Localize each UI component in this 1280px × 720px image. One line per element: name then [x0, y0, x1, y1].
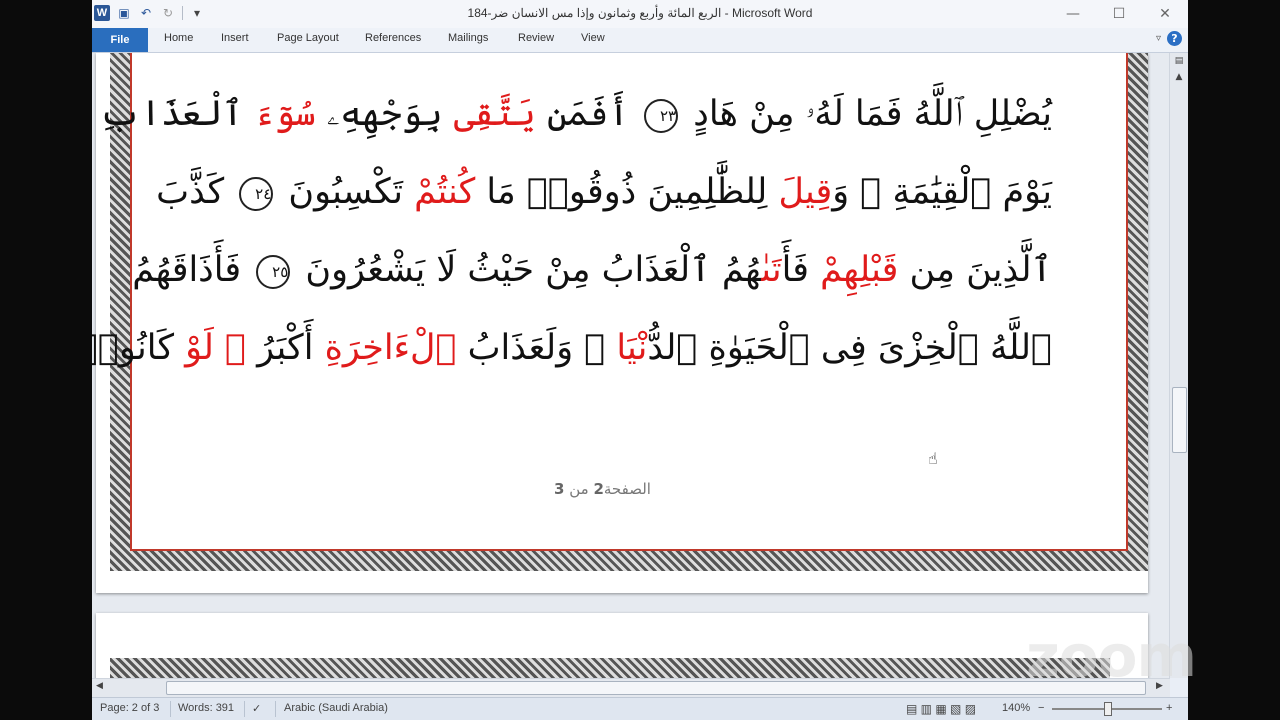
- verse-text: ٱللَّهُ ٱلْخِزْىَ فِى ٱلْحَيَوٰةِ ٱلدُّ: [647, 328, 1052, 368]
- verse-line: يُضْلِلِ ٱللَّهُ فَمَا لَهُۥ مِنْ هَادٍ …: [99, 75, 1052, 153]
- tajweed-highlight: نْيَا: [616, 328, 648, 368]
- language-status[interactable]: Arabic (Saudi Arabia): [284, 702, 388, 714]
- verse-text: هُمُ ٱلْعَذَابُ مِنْ حَيْثُ لَا يَشْعُرُ…: [294, 250, 762, 290]
- tab-view[interactable]: View: [581, 32, 605, 44]
- proofing-icon[interactable]: ✓: [252, 702, 261, 715]
- close-button[interactable]: ✕: [1142, 0, 1188, 28]
- verse-text: كَانُوا۟: [92, 328, 175, 368]
- ruler-toggle-icon[interactable]: ▤: [1170, 53, 1188, 69]
- tajweed-highlight: كُنتُمْ: [414, 172, 476, 212]
- tab-references[interactable]: References: [365, 32, 421, 44]
- help-icon[interactable]: ?: [1167, 31, 1182, 46]
- verse-text-block[interactable]: يُضْلِلِ ٱللَّهُ فَمَا لَهُۥ مِنْ هَادٍ …: [92, 75, 1052, 387]
- vertical-scroll-thumb[interactable]: [1172, 387, 1187, 453]
- word-count-status[interactable]: Words: 391: [178, 702, 234, 714]
- verse-text: ٱلْعَذَابِ: [99, 94, 255, 134]
- scroll-left-icon[interactable]: ◀: [96, 681, 103, 691]
- view-mode-icons[interactable]: ▤ ▥ ▦ ▧ ▨: [906, 702, 976, 716]
- tajweed-highlight: سُوٓءَ: [254, 94, 316, 134]
- verse-text: أَفَمَن: [535, 94, 641, 134]
- tajweed-highlight: ۚ لَوْ: [185, 328, 258, 368]
- tajweed-highlight: تَىٰ: [761, 250, 782, 290]
- zoom-in-button[interactable]: +: [1166, 702, 1172, 714]
- page-count-status[interactable]: Page: 2 of 3: [100, 702, 159, 714]
- tab-home[interactable]: Home: [164, 32, 193, 44]
- page-footer-of: من: [564, 480, 594, 498]
- page-number-footer: الصفحة2 من 3: [554, 480, 651, 498]
- zoom-slider-knob[interactable]: [1104, 702, 1112, 716]
- verse-text: فَأَ: [781, 250, 821, 290]
- zoom-level[interactable]: 140%: [1002, 702, 1030, 714]
- maximize-button[interactable]: ☐: [1096, 0, 1142, 28]
- window-title: الربع المائة وأربع وثمانون وإذا مس الانس…: [467, 6, 813, 20]
- verse-text: يُضْلِلِ ٱللَّهُ فَمَا لَهُۥ مِنْ هَادٍ: [682, 94, 1052, 134]
- hand-cursor-icon: ☝: [928, 449, 938, 468]
- horizontal-scrollbar[interactable]: ◀ ▶: [92, 678, 1170, 697]
- page-footer-current: 2: [593, 480, 604, 498]
- status-separator: [170, 701, 171, 717]
- verse-line: ٱللَّهُ ٱلْخِزْىَ فِى ٱلْحَيَوٰةِ ٱلدُّن…: [92, 309, 1052, 387]
- tab-review[interactable]: Review: [518, 32, 554, 44]
- document-page: يُضْلِلِ ٱللَّهُ فَمَا لَهُۥ مِنْ هَادٍ …: [92, 53, 1148, 593]
- ayah-number-marker: ٢٤: [239, 176, 274, 211]
- verse-text: لِلظَّٰلِمِينَ ذُوقُوا۟ مَا: [475, 172, 779, 212]
- status-separator: [275, 701, 276, 717]
- verse-text: كَذَّبَ: [156, 172, 236, 212]
- tab-mailings[interactable]: Mailings: [448, 32, 488, 44]
- scroll-up-icon[interactable]: ▲: [1170, 69, 1188, 85]
- next-page: [96, 613, 1148, 678]
- window-controls: — ☐ ✕: [1050, 0, 1188, 28]
- tab-file[interactable]: File: [92, 28, 148, 52]
- minimize-ribbon-icon[interactable]: ▿: [1156, 33, 1161, 44]
- verse-text: يَوْمَ ٱلْقِيَٰمَةِ ۚ وَ: [832, 172, 1052, 212]
- page-footer-prefix: الصفحة: [603, 480, 651, 498]
- ribbon-right-controls: ▿ ?: [1156, 31, 1182, 46]
- minimize-button[interactable]: —: [1050, 0, 1096, 28]
- zoom-out-button[interactable]: −: [1038, 702, 1044, 714]
- verse-text: ۖ وَلَعَذَابُ: [456, 328, 617, 368]
- tab-page-layout[interactable]: Page Layout: [277, 32, 339, 44]
- tab-insert[interactable]: Insert: [221, 32, 249, 44]
- tajweed-highlight: قِيلَ: [778, 172, 833, 212]
- title-bar: W ▣ ↶ ↻ ▾ الربع المائة وأربع وثمانون وإذ…: [92, 0, 1188, 28]
- zoom-watermark-logo: zoom: [1026, 622, 1197, 690]
- verse-text: ٱلَّذِينَ مِن: [898, 250, 1052, 290]
- word-window: W ▣ ↶ ↻ ▾ الربع المائة وأربع وثمانون وإذ…: [92, 0, 1188, 720]
- horizontal-scroll-thumb[interactable]: [166, 681, 1146, 695]
- document-area[interactable]: يُضْلِلِ ٱللَّهُ فَمَا لَهُۥ مِنْ هَادٍ …: [92, 53, 1170, 678]
- verse-text: فَأَذَاقَهُمُ: [132, 250, 253, 290]
- ribbon-tabs: File Home Insert Page Layout References …: [92, 28, 1188, 53]
- tajweed-highlight: قَبْلِهِمْ: [820, 250, 899, 290]
- page-footer-total: 3: [554, 480, 565, 498]
- status-separator: [244, 701, 245, 717]
- verse-text: تَكْسِبُونَ: [277, 172, 415, 212]
- vertical-scrollbar[interactable]: ▤ ▲: [1169, 53, 1188, 678]
- tajweed-highlight: ٱلْءَاخِرَةِ: [324, 328, 457, 368]
- verse-text: بِوَجْهِهِۦ: [315, 94, 454, 134]
- verse-text: أَكْبَرُ: [257, 328, 325, 368]
- next-page-border: [110, 658, 1110, 678]
- tajweed-highlight: يَتَّقِى: [453, 94, 536, 134]
- ayah-number-marker: ٢٣: [644, 98, 679, 133]
- verse-line: يَوْمَ ٱلْقِيَٰمَةِ ۚ وَقِيلَ لِلظَّٰلِم…: [156, 153, 1052, 231]
- ayah-number-marker: ٢٥: [256, 254, 291, 289]
- status-bar: Page: 2 of 3 Words: 391 ✓ Arabic (Saudi …: [92, 697, 1188, 720]
- verse-line: ٱلَّذِينَ مِن قَبْلِهِمْ فَأَتَىٰهُمُ ٱل…: [132, 231, 1052, 309]
